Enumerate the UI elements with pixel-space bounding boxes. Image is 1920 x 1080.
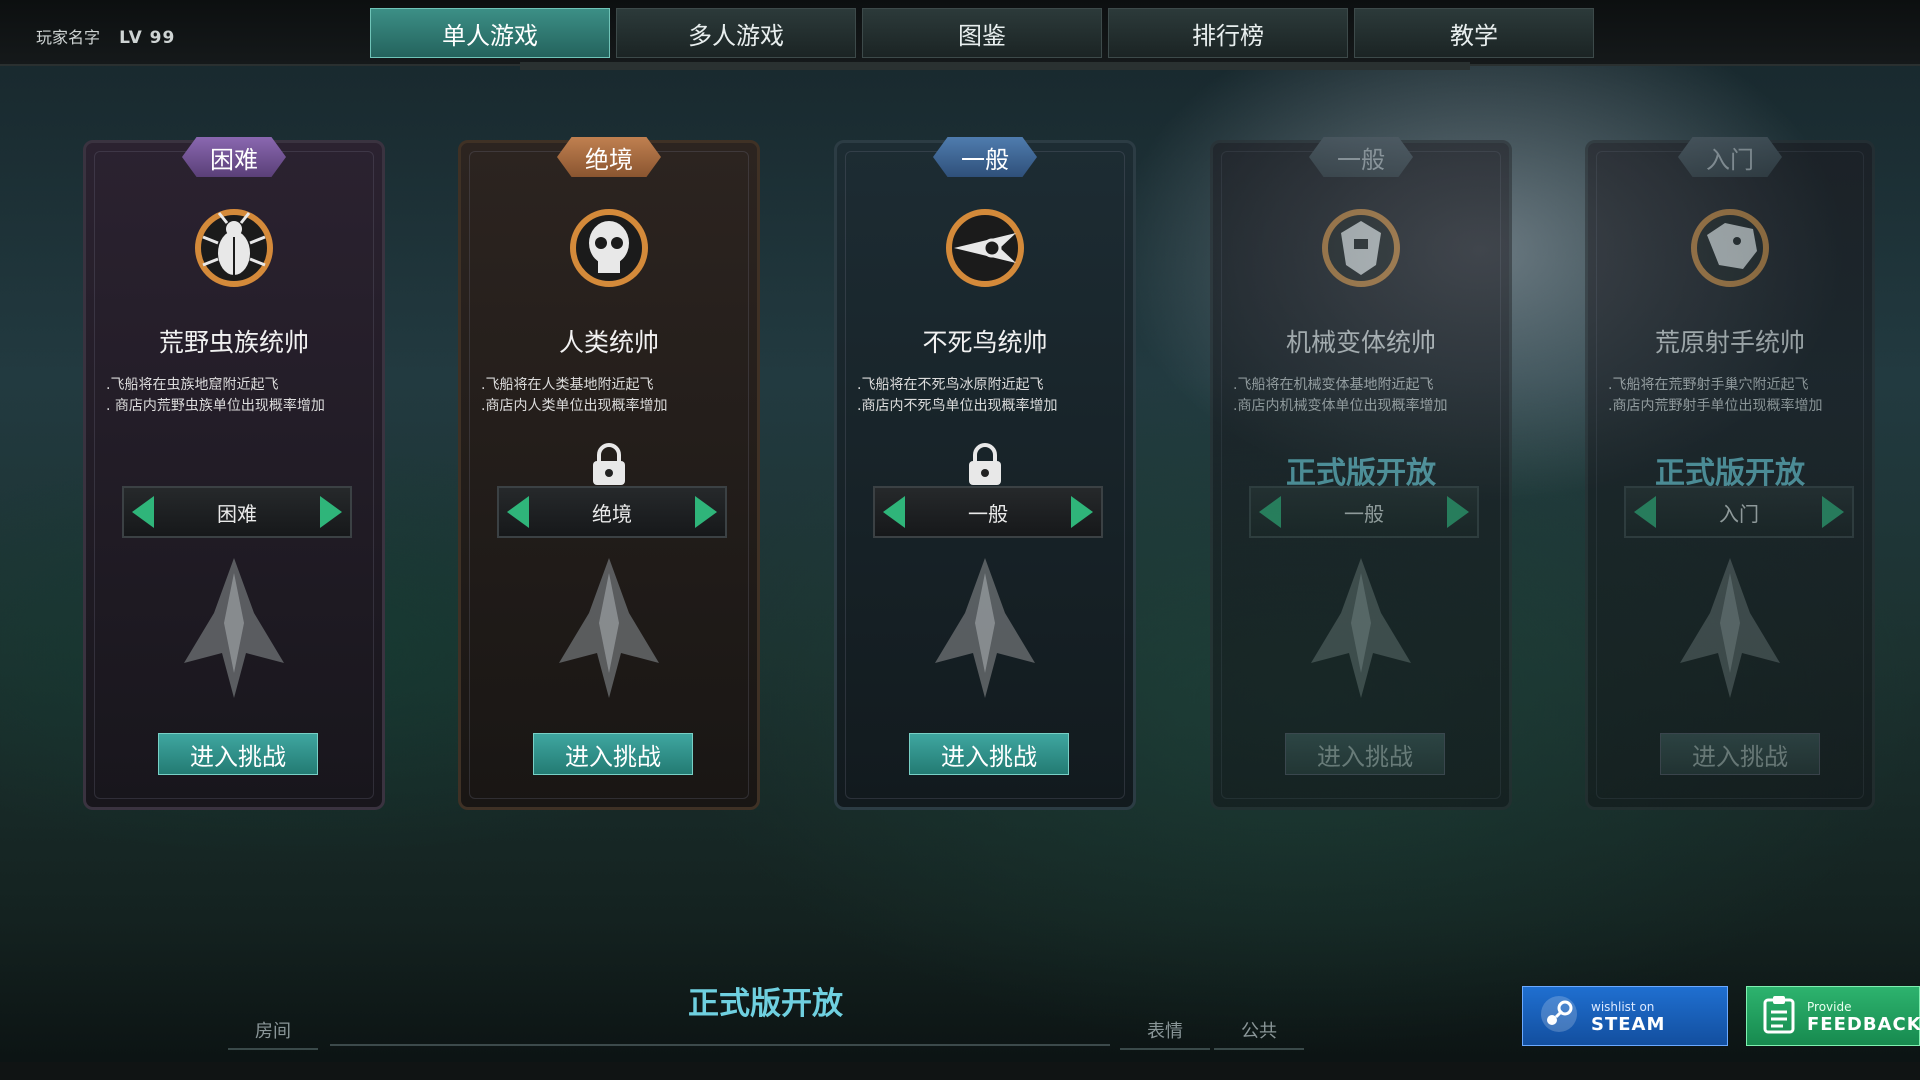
selected-difficulty: 一般 bbox=[1344, 501, 1384, 526]
selected-difficulty: 绝境 bbox=[592, 501, 632, 526]
steam-big-text: STEAM bbox=[1591, 1014, 1666, 1035]
lock-icon bbox=[589, 443, 629, 491]
difficulty-selector: 一般 bbox=[1249, 486, 1479, 538]
spaceship-icon bbox=[174, 553, 294, 707]
commander-card-mech: 一般 机械变体统帅 .飞船将在机械变体基地附近起飞 .商店内机械变体单位出现概率… bbox=[1210, 137, 1512, 810]
tab-room[interactable]: 房间 bbox=[228, 1012, 318, 1050]
description-line: .商店内人类单位出现概率增加 bbox=[481, 398, 668, 414]
enter-challenge-button[interactable]: 进入挑战 bbox=[158, 733, 318, 775]
commander-description: .飞船将在人类基地附近起飞 .商店内人类单位出现概率增加 bbox=[481, 375, 743, 417]
commander-description: .飞船将在不死鸟冰原附近起飞 .商店内不死鸟单位出现概率增加 bbox=[857, 375, 1119, 417]
commander-card-human: 绝境 人类统帅 .飞船将在人类基地附近起飞 .商店内人类单位出现概率增加 绝境 … bbox=[458, 137, 760, 810]
description-line: .飞船将在虫族地窟附近起飞 bbox=[106, 377, 279, 393]
tab-tutorial[interactable]: 教学 bbox=[1354, 8, 1594, 58]
commander-name: 机械变体统帅 bbox=[1285, 328, 1436, 357]
difficulty-selector: 困难 bbox=[122, 486, 352, 538]
feedback-big-text: FEEDBACK bbox=[1807, 1014, 1920, 1035]
beetle-icon bbox=[189, 203, 279, 293]
mech-icon bbox=[1316, 203, 1406, 293]
player-info: 玩家名字 LV 99 bbox=[36, 24, 175, 48]
difficulty-selector: 入门 bbox=[1624, 486, 1854, 538]
enter-challenge-button[interactable]: 进入挑战 bbox=[533, 733, 693, 775]
tab-multiplayer[interactable]: 多人游戏 bbox=[616, 8, 856, 58]
skull-icon bbox=[564, 203, 654, 293]
commander-description: .飞船将在虫族地窟附近起飞 . 商店内荒野虫族单位出现概率增加 bbox=[106, 375, 368, 417]
tab-public[interactable]: 公共 bbox=[1214, 1012, 1304, 1050]
selected-difficulty: 入门 bbox=[1719, 501, 1759, 526]
next-difficulty-arrow-icon[interactable] bbox=[1071, 496, 1093, 528]
player-name: 玩家名字 bbox=[36, 28, 101, 47]
commander-name: 人类统帅 bbox=[558, 328, 659, 357]
chat-divider bbox=[330, 1044, 1110, 1046]
enter-challenge-button[interactable]: 进入挑战 bbox=[909, 733, 1069, 775]
selected-difficulty: 一般 bbox=[968, 501, 1008, 526]
commander-name: 荒野虫族统帅 bbox=[158, 328, 309, 357]
difficulty-badge: 入门 bbox=[1678, 137, 1782, 177]
description-line: .商店内荒野射手单位出现概率增加 bbox=[1608, 398, 1823, 414]
description-line: .飞船将在荒野射手巢穴附近起飞 bbox=[1608, 377, 1809, 393]
description-line: .商店内机械变体单位出现概率增加 bbox=[1233, 398, 1448, 414]
next-difficulty-arrow-icon bbox=[1822, 496, 1844, 528]
difficulty-selector: 绝境 bbox=[497, 486, 727, 538]
player-level: LV 99 bbox=[119, 28, 176, 48]
commander-description: .飞船将在机械变体基地附近起飞 .商店内机械变体单位出现概率增加 bbox=[1233, 375, 1495, 417]
commander-description: .飞船将在荒野射手巢穴附近起飞 .商店内荒野射手单位出现概率增加 bbox=[1608, 375, 1858, 417]
wishlist-steam-button[interactable]: wishlist on STEAM bbox=[1522, 986, 1728, 1046]
main-tabs: 单人游戏 多人游戏 图鉴 排行榜 教学 bbox=[370, 8, 1594, 58]
description-line: .商店内不死鸟单位出现概率增加 bbox=[857, 398, 1058, 414]
next-difficulty-arrow-icon[interactable] bbox=[695, 496, 717, 528]
prev-difficulty-arrow-icon bbox=[1259, 496, 1281, 528]
difficulty-selector: 一般 bbox=[873, 486, 1103, 538]
description-line: .飞船将在人类基地附近起飞 bbox=[481, 377, 654, 393]
difficulty-badge: 困难 bbox=[182, 137, 286, 177]
spaceship-icon bbox=[549, 553, 669, 707]
top-bar: 玩家名字 LV 99 单人游戏 多人游戏 图鉴 排行榜 教学 bbox=[0, 0, 1920, 66]
spaceship-icon bbox=[1670, 553, 1790, 707]
provide-feedback-button[interactable]: Provide FEEDBACK bbox=[1746, 986, 1920, 1046]
tab-leaderboard[interactable]: 排行榜 bbox=[1108, 8, 1348, 58]
bottom-strip bbox=[0, 1062, 1920, 1080]
commander-card-phoenix: 一般 不死鸟统帅 .飞船将在不死鸟冰原附近起飞 .商店内不死鸟单位出现概率增加 … bbox=[834, 137, 1136, 810]
spaceship-icon bbox=[925, 553, 1045, 707]
tab-emote[interactable]: 表情 bbox=[1120, 1012, 1210, 1050]
commander-name: 不死鸟统帅 bbox=[922, 328, 1048, 357]
description-line: .飞船将在机械变体基地附近起飞 bbox=[1233, 377, 1434, 393]
difficulty-badge: 一般 bbox=[933, 137, 1037, 177]
prev-difficulty-arrow-icon[interactable] bbox=[132, 496, 154, 528]
clipboard-icon bbox=[1761, 994, 1797, 1038]
next-difficulty-arrow-icon[interactable] bbox=[320, 496, 342, 528]
tab-codex[interactable]: 图鉴 bbox=[862, 8, 1102, 58]
enter-challenge-button: 进入挑战 bbox=[1285, 733, 1445, 775]
beast-icon bbox=[1685, 203, 1775, 293]
prev-difficulty-arrow-icon[interactable] bbox=[883, 496, 905, 528]
phoenix-icon bbox=[940, 203, 1030, 293]
next-difficulty-arrow-icon bbox=[1447, 496, 1469, 528]
tabs-underline bbox=[520, 62, 1470, 70]
prev-difficulty-arrow-icon bbox=[1634, 496, 1656, 528]
tab-single-player[interactable]: 单人游戏 bbox=[370, 8, 610, 58]
commander-name: 荒原射手统帅 bbox=[1654, 328, 1805, 357]
spaceship-icon bbox=[1301, 553, 1421, 707]
chat-release-notice: 正式版开放 bbox=[688, 986, 843, 1022]
selected-difficulty: 困难 bbox=[217, 501, 257, 526]
description-line: .飞船将在不死鸟冰原附近起飞 bbox=[857, 377, 1044, 393]
steam-icon bbox=[1539, 994, 1579, 1038]
difficulty-badge: 绝境 bbox=[557, 137, 661, 177]
commander-card-archer: 入门 荒原射手统帅 .飞船将在荒野射手巢穴附近起飞 .商店内荒野射手单位出现概率… bbox=[1585, 137, 1875, 810]
prev-difficulty-arrow-icon[interactable] bbox=[507, 496, 529, 528]
description-line: . 商店内荒野虫族单位出现概率增加 bbox=[106, 398, 325, 414]
difficulty-badge: 一般 bbox=[1309, 137, 1413, 177]
commander-card-beetle: 困难 荒野虫族统帅 .飞船将在虫族地窟附近起飞 . 商店内荒野虫族单位出现概率增… bbox=[83, 137, 385, 810]
lock-icon bbox=[965, 443, 1005, 491]
enter-challenge-button: 进入挑战 bbox=[1660, 733, 1820, 775]
